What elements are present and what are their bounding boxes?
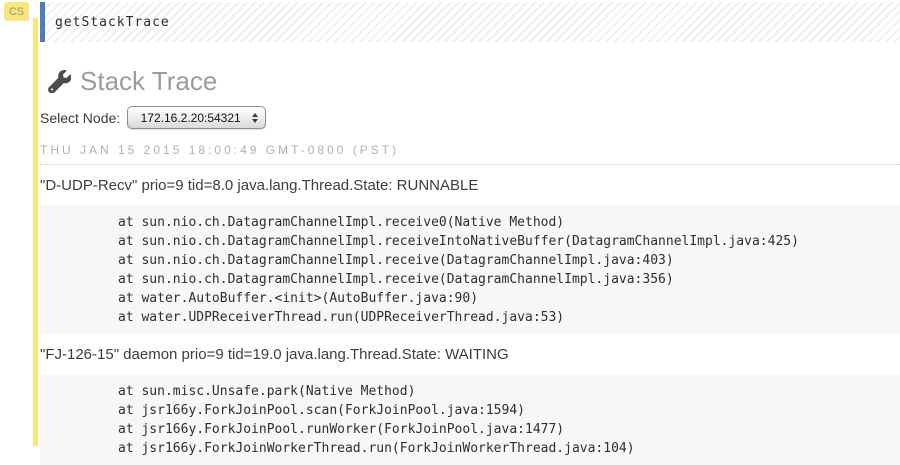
stack-trace-timestamp: THU JAN 15 2015 18:00:49 GMT-0800 (PST) xyxy=(40,143,900,165)
node-selector-row: Select Node: 172.16.2.20:54321 xyxy=(40,106,900,129)
cell-command-text: getStackTrace xyxy=(55,14,170,30)
cell-type-badge: CS xyxy=(4,2,29,21)
node-select-dropdown[interactable]: 172.16.2.20:54321 xyxy=(127,106,267,129)
thread-state-header: "FJ-126-15" daemon prio=9 tid=19.0 java.… xyxy=(40,346,509,363)
stack-frames-block: at sun.misc.Unsafe.park(Native Method) a… xyxy=(40,374,900,465)
cell-command-input[interactable]: getStackTrace xyxy=(40,2,900,42)
cell-type-badge-label: CS xyxy=(8,5,25,18)
thread-state-header: "D-UDP-Recv" prio=9 tid=8.0 java.lang.Th… xyxy=(40,177,479,194)
page-title-text: Stack Trace xyxy=(80,66,218,96)
threads-list: "D-UDP-Recv" prio=9 tid=8.0 java.lang.Th… xyxy=(40,177,900,465)
node-selector-label: Select Node: xyxy=(40,109,121,126)
page-title: Stack Trace xyxy=(48,66,900,96)
notebook-cell: getStackTrace Stack Trace Select Node: 1… xyxy=(40,2,900,465)
wrench-icon xyxy=(48,69,71,93)
stack-frames-block: at sun.nio.ch.DatagramChannelImpl.receiv… xyxy=(40,205,900,334)
cell-selection-highlight-bar xyxy=(33,18,38,446)
